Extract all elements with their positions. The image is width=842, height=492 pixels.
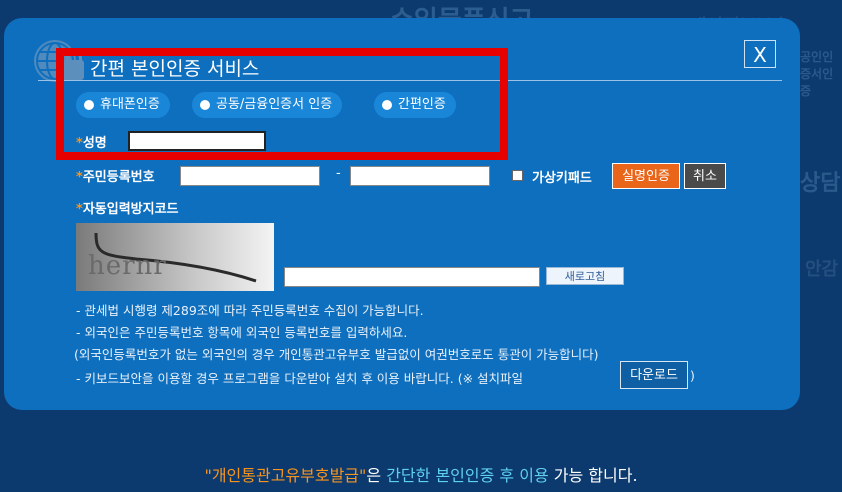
rrn-separator: - (336, 166, 341, 181)
captcha-input[interactable] (284, 267, 540, 287)
rrn-back-input[interactable] (350, 166, 490, 186)
footer-text-2: 가능 합니다. (548, 466, 638, 485)
footer-message: "개인통관고유부호발급"은 간단한 본인인증 후 이용 가능 합니다. (0, 462, 842, 486)
refresh-button[interactable]: 새로고침 (546, 267, 624, 285)
highlight-box (56, 48, 508, 160)
cancel-button[interactable]: 취소 (684, 163, 726, 189)
footer-highlight: 간단한 본인인증 후 이용 (386, 466, 549, 485)
captcha-image: hernr (76, 223, 274, 291)
note-line-2: - 외국인은 주민등록번호 항목에 외국인 등록번호를 입력하세요. (76, 325, 408, 340)
virtual-keypad-checkbox[interactable] (512, 170, 523, 181)
background-right-small: 공인인증서인증 (800, 50, 834, 98)
captcha-label-text: 자동입력방지코드 (82, 202, 179, 217)
close-button[interactable]: X (744, 40, 776, 68)
note-line-3: (외국인등록번호가 없는 외국인의 경우 개인통관고유부호 발급없이 여권번호로… (74, 347, 599, 362)
footer-service-name: "개인통관고유부호발급" (204, 466, 367, 485)
auth-dialog: 간편 본인인증 서비스 X 휴대폰인증 공동/금융인증서 인증 간편인증 *성명… (4, 18, 800, 410)
background-right-consult: 상담 (800, 171, 841, 196)
captcha-text: hernr (88, 251, 167, 281)
required-mark: * (76, 202, 83, 217)
rrn-label-text: 주민등록번호 (82, 170, 155, 185)
note-line-1: - 관세법 시행령 제289조에 따라 주민등록번호 수집이 가능합니다. (76, 303, 424, 318)
footer-text-1: 은 (366, 466, 387, 485)
background-right-low: 안감 (805, 259, 839, 280)
download-button[interactable]: 다운로드 (620, 361, 688, 389)
note-line-4-tail: ) (690, 368, 695, 383)
captcha-label: *자동입력방지코드 (76, 198, 179, 217)
virtual-keypad-label: 가상키패드 (532, 171, 592, 186)
rrn-front-input[interactable] (180, 166, 320, 186)
note-line-4: - 키보드보안을 이용할 경우 프로그램을 다운받아 설치 후 이용 바랍니다.… (76, 371, 524, 386)
rrn-label: *주민등록번호 (76, 166, 155, 185)
verify-button[interactable]: 실명인증 (612, 163, 680, 189)
required-mark: * (76, 170, 83, 185)
